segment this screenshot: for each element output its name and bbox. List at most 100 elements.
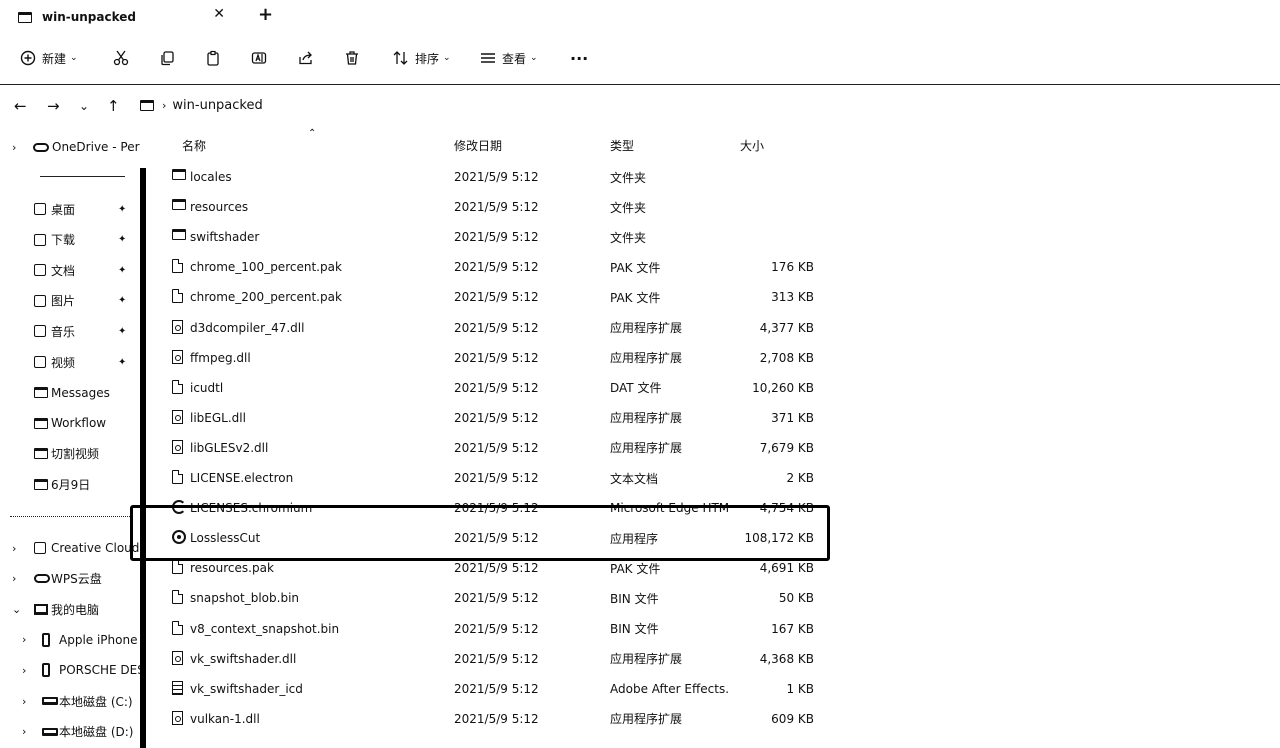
column-name[interactable]: 名称 — [182, 137, 206, 154]
file-row[interactable]: LICENSE.electron 2021/5/9 5:12 文本文档 2 KB — [168, 463, 828, 493]
view-label: 查看 — [502, 51, 527, 66]
file-name: vk_swiftshader_icd — [190, 681, 303, 696]
dll-file-icon — [172, 439, 183, 454]
file-type: 应用程序扩展 — [610, 652, 683, 667]
sidebar-item-location[interactable]: › WPS云盘 — [0, 566, 140, 592]
sidebar-item-location[interactable]: › 本地磁盘 (D:) — [0, 719, 140, 745]
breadcrumb-path[interactable]: win-unpacked — [172, 98, 262, 113]
file-icon — [172, 620, 183, 635]
chevron-right-icon[interactable]: › — [22, 664, 26, 677]
selection-highlight-box — [130, 505, 830, 561]
file-date-modified: 2021/5/9 5:12 — [454, 561, 539, 576]
rename-button[interactable] — [251, 46, 267, 70]
file-type: 文件夹 — [610, 170, 647, 185]
file-row[interactable]: v8_context_snapshot.bin 2021/5/9 5:12 BIN … — [168, 614, 828, 644]
column-date-modified[interactable]: 修改日期 — [454, 137, 502, 154]
drive-icon — [42, 697, 58, 705]
tab-title: win-unpacked — [42, 10, 136, 24]
cut-button[interactable] — [113, 46, 129, 70]
new-tab-button[interactable]: + — [258, 4, 273, 25]
chevron-down-icon: ⌄ — [443, 53, 451, 63]
file-date-modified: 2021/5/9 5:12 — [454, 230, 539, 245]
file-type: PAK 文件 — [610, 290, 661, 305]
dll-file-icon — [172, 650, 183, 665]
column-type[interactable]: 类型 — [610, 137, 634, 154]
file-row[interactable]: ffmpeg.dll 2021/5/9 5:12 应用程序扩展 2,708 KB — [168, 343, 828, 373]
file-row[interactable]: vk_swiftshader.dll 2021/5/9 5:12 应用程序扩展 4,3… — [168, 644, 828, 674]
file-size: 609 KB — [771, 711, 814, 726]
tab-win-unpacked[interactable]: win-unpacked ✕ — [10, 4, 235, 30]
phone-icon — [42, 663, 50, 678]
breadcrumb-separator: › — [162, 99, 167, 112]
dll-file-icon — [172, 409, 183, 424]
paste-button[interactable] — [205, 46, 221, 70]
back-button[interactable]: ← — [14, 97, 27, 115]
breadcrumb[interactable]: › win-unpacked — [140, 98, 263, 113]
text-file-icon — [172, 680, 183, 695]
phone-icon — [42, 632, 50, 647]
up-button[interactable]: ↑ — [107, 97, 120, 115]
sidebar-item-location[interactable]: ⌄ 我的电脑 — [0, 596, 140, 622]
file-row[interactable]: chrome_100_percent.pak 2021/5/9 5:12 PAK 文… — [168, 252, 828, 282]
column-header: 名称 修改日期 类型 大小 — [170, 130, 870, 160]
tab-close-button[interactable]: ✕ — [213, 6, 225, 22]
chevron-right-icon[interactable]: › — [22, 695, 26, 708]
chevron-right-icon[interactable]: › — [22, 725, 26, 738]
more-options-button[interactable]: ··· — [570, 46, 588, 70]
file-date-modified: 2021/5/9 5:12 — [454, 621, 539, 636]
file-row[interactable]: libGLESv2.dll 2021/5/9 5:12 应用程序扩展 7,679 KB — [168, 433, 828, 463]
file-row[interactable]: libEGL.dll 2021/5/9 5:12 应用程序扩展 371 KB — [168, 403, 828, 433]
recent-locations-button[interactable]: ⌄ — [79, 99, 89, 113]
pane-splitter[interactable] — [140, 168, 146, 748]
file-row[interactable]: locales 2021/5/9 5:12 文件夹 — [168, 162, 828, 192]
file-type: 应用程序扩展 — [610, 441, 683, 456]
sidebar-item-label: 本地磁盘 (C:) — [59, 694, 133, 709]
file-row[interactable]: swiftshader 2021/5/9 5:12 文件夹 — [168, 222, 828, 252]
file-type: 文本文档 — [610, 471, 659, 486]
file-size: 176 KB — [771, 260, 814, 275]
view-button[interactable]: 查看 ⌄ — [480, 46, 538, 70]
share-button[interactable] — [298, 46, 314, 70]
copy-button[interactable] — [159, 46, 175, 70]
file-type: 应用程序扩展 — [610, 321, 683, 335]
file-name: vulkan-1.dll — [190, 711, 260, 726]
forward-button[interactable]: → — [47, 97, 60, 115]
file-size: 313 KB — [771, 290, 814, 305]
file-row[interactable]: resources 2021/5/9 5:12 文件夹 — [168, 192, 828, 222]
sort-button[interactable]: 排序 ⌄ — [393, 46, 451, 70]
file-size: 167 KB — [771, 621, 814, 636]
new-button[interactable]: 新建 ⌄ — [20, 46, 78, 70]
sidebar-item-location[interactable]: › 本地磁盘 (C:) — [0, 688, 140, 714]
sidebar-item-location[interactable]: › Creative Cloud — [0, 535, 140, 561]
column-size[interactable]: 大小 — [740, 137, 764, 154]
file-row[interactable]: snapshot_blob.bin 2021/5/9 5:12 BIN 文件 50 K… — [168, 583, 828, 613]
plus-circle-icon — [20, 50, 36, 66]
file-type: BIN 文件 — [610, 591, 659, 606]
file-row[interactable]: vulkan-1.dll 2021/5/9 5:12 应用程序扩展 609 KB — [168, 704, 828, 734]
file-date-modified: 2021/5/9 5:12 — [454, 290, 539, 305]
delete-button[interactable] — [344, 46, 360, 70]
chevron-down-icon[interactable]: ⌄ — [12, 603, 21, 616]
file-name: snapshot_blob.bin — [190, 591, 300, 606]
file-row[interactable]: chrome_200_percent.pak 2021/5/9 5:12 PAK 文… — [168, 282, 828, 312]
file-name: libGLESv2.dll — [190, 440, 269, 455]
tab-bar: win-unpacked ✕ + — [0, 0, 1280, 34]
chevron-right-icon[interactable]: › — [22, 633, 26, 646]
sidebar-item-location[interactable]: › PORSCHE DESIGN — [0, 657, 140, 683]
sidebar-item-location[interactable]: › Apple iPhone — [0, 627, 140, 653]
file-row[interactable]: icudtl 2021/5/9 5:12 DAT 文件 10,260 KB — [168, 373, 828, 403]
file-size: 2,708 KB — [759, 350, 814, 365]
file-name: libEGL.dll — [190, 410, 246, 425]
chevron-right-icon[interactable]: › — [12, 542, 16, 555]
paste-icon — [207, 50, 219, 66]
file-date-modified: 2021/5/9 5:12 — [454, 200, 539, 215]
file-size: 7,679 KB — [759, 440, 814, 455]
file-row[interactable]: d3dcompiler_47.dll 2021/5/9 5:12 应用程序扩展 4,3… — [168, 313, 828, 343]
dll-file-icon — [172, 710, 183, 725]
file-row[interactable]: vk_swiftshader_icd 2021/5/9 5:12 Adobe Aft… — [168, 674, 828, 704]
address-bar: ← → ⌄ ↑ › win-unpacked — [0, 92, 1280, 122]
delete-icon — [346, 51, 358, 65]
file-type: PAK 文件 — [610, 260, 661, 275]
sidebar-item-label: WPS云盘 — [51, 572, 102, 587]
chevron-right-icon[interactable]: › — [12, 572, 16, 585]
